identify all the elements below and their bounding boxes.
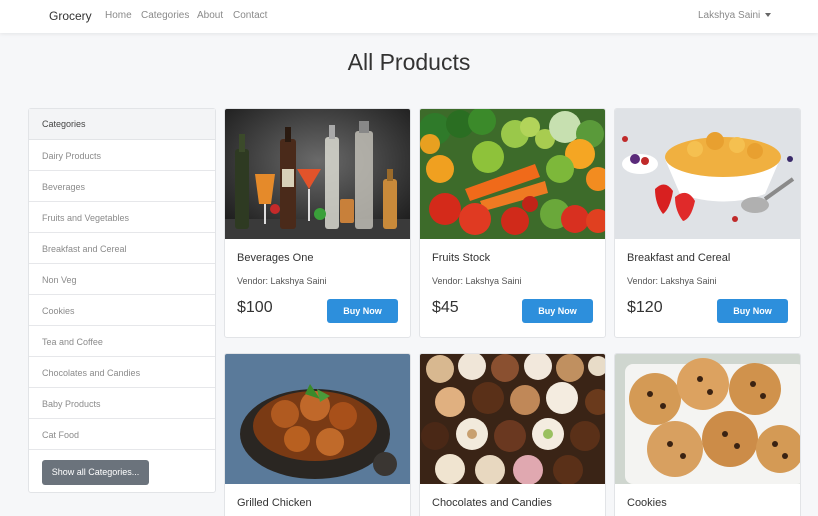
caret-down-icon [765, 13, 772, 18]
product-image-cookies[interactable] [615, 354, 800, 484]
product-image-breakfast[interactable] [615, 109, 800, 239]
sidebar-item-beverages[interactable]: Beverages [29, 171, 215, 202]
buy-now-button[interactable]: Buy Now [327, 299, 398, 323]
brand-logo[interactable]: Grocery [49, 9, 92, 23]
show-all-categories-button[interactable]: Show all Categories... [42, 460, 149, 485]
sidebar-item-cookies[interactable]: Cookies [29, 295, 215, 326]
buy-now-button[interactable]: Buy Now [717, 299, 788, 323]
product-image-beverages[interactable] [225, 109, 410, 239]
product-price: $100 [237, 299, 273, 316]
product-image-fruits[interactable] [420, 109, 605, 239]
product-card: Chocolates and Candies [419, 353, 606, 516]
nav-link-categories[interactable]: Categories [141, 10, 189, 21]
sidebar-item-dairy-products[interactable]: Dairy Products [29, 140, 215, 171]
product-card: Breakfast and Cereal Vendor: Lakshya Sai… [614, 108, 801, 338]
nav-link-home[interactable]: Home [105, 10, 132, 21]
sidebar-item-non-veg[interactable]: Non Veg [29, 264, 215, 295]
buy-now-button[interactable]: Buy Now [522, 299, 593, 323]
product-image-chocolates[interactable] [420, 354, 605, 484]
product-title: Cookies [627, 497, 667, 509]
user-name: Lakshya Saini [698, 10, 761, 21]
sidebar-item-tea-and-coffee[interactable]: Tea and Coffee [29, 326, 215, 357]
user-menu[interactable]: Lakshya Saini [698, 10, 772, 21]
product-title: Fruits Stock [432, 252, 491, 264]
sidebar-item-breakfast-and-cereal[interactable]: Breakfast and Cereal [29, 233, 215, 264]
nav-link-about[interactable]: About [197, 10, 223, 21]
product-title: Breakfast and Cereal [627, 252, 731, 264]
product-card: Cookies [614, 353, 801, 516]
product-card: Beverages One Vendor: Lakshya Saini $100… [224, 108, 411, 338]
product-title: Chocolates and Candies [432, 497, 552, 509]
sidebar-item-cat-food[interactable]: Cat Food [29, 419, 215, 450]
product-card: Fruits Stock Vendor: Lakshya Saini $45 B… [419, 108, 606, 338]
product-card: Grilled Chicken [224, 353, 411, 516]
sidebar-item-fruits-and-vegetables[interactable]: Fruits and Vegetables [29, 202, 215, 233]
product-title: Beverages One [237, 252, 314, 264]
product-image-grilled-chicken[interactable] [225, 354, 410, 484]
navbar: Grocery Home Categories About Contact La… [0, 0, 818, 33]
sidebar-item-chocolates-and-candies[interactable]: Chocolates and Candies [29, 357, 215, 388]
product-price: $120 [627, 299, 663, 316]
category-sidebar: Categories Dairy Products Beverages Frui… [28, 108, 216, 493]
page-title: All Products [347, 49, 471, 75]
product-price: $45 [432, 299, 459, 316]
product-title: Grilled Chicken [237, 497, 312, 509]
sidebar-header: Categories [29, 109, 215, 140]
nav-link-contact[interactable]: Contact [233, 10, 267, 21]
product-vendor: Vendor: Lakshya Saini [432, 276, 522, 286]
sidebar-item-baby-products[interactable]: Baby Products [29, 388, 215, 419]
product-vendor: Vendor: Lakshya Saini [237, 276, 327, 286]
product-vendor: Vendor: Lakshya Saini [627, 276, 717, 286]
